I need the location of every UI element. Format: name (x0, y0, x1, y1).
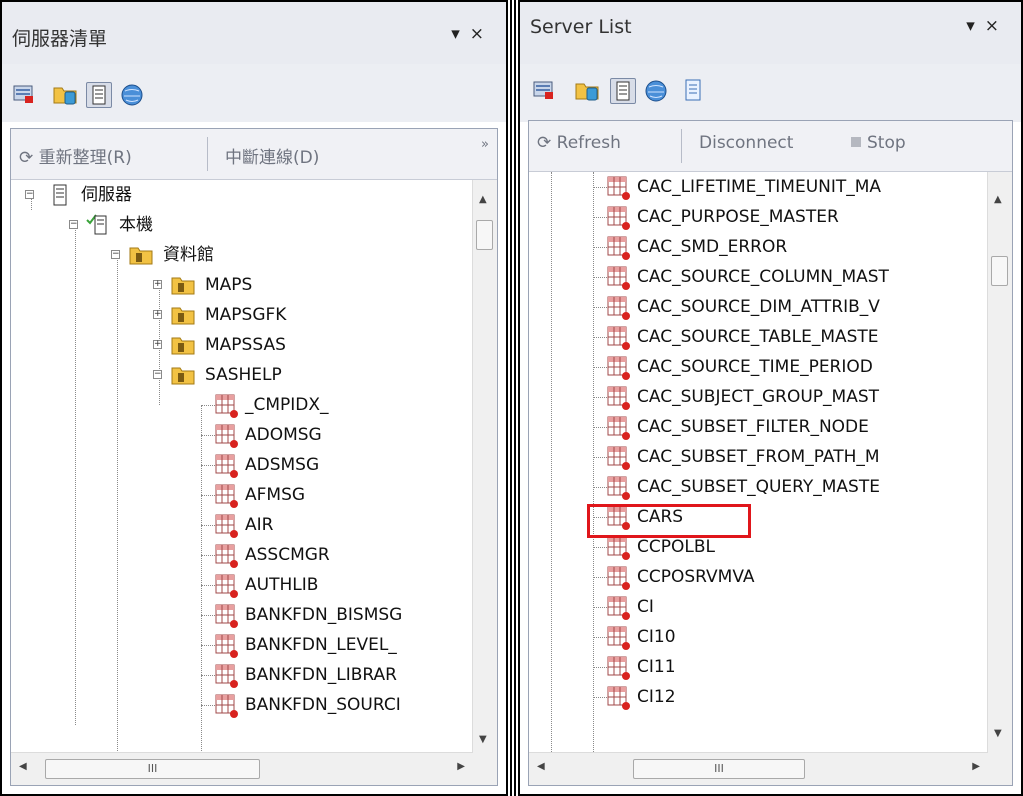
collapse-icon[interactable]: − (111, 250, 120, 259)
server-list-panel-english: Server List ▾× ⟳ Refresh Disconnect Stop (518, 0, 1023, 796)
action-bar: ⟳ 重新整理(R) 中斷連線(D) » (11, 129, 497, 180)
server-tree: CAC_LIFETIME_TIMEUNIT_MA CAC_PURPOSE_MAS… (529, 172, 988, 753)
scroll-right-icon[interactable]: ▶ (457, 761, 465, 772)
scroll-thumb[interactable]: III (45, 759, 260, 779)
table-icon (215, 454, 238, 478)
folder-icon (171, 307, 195, 325)
action-bar: ⟳ Refresh Disconnect Stop (529, 121, 1012, 172)
expand-icon[interactable]: + (153, 310, 162, 319)
server-icon[interactable] (532, 78, 558, 104)
globe-icon[interactable] (644, 78, 670, 104)
document-icon[interactable] (682, 78, 708, 104)
server-list-panel-chinese: 伺服器清單 ▾× ⟳ 重新整理(R) 中斷連線(D) » − 伺服器 − 本機 … (0, 0, 508, 796)
panel-toolbar (2, 64, 506, 122)
table-icon (607, 626, 630, 650)
scroll-thumb[interactable] (991, 256, 1008, 286)
server-icon (53, 184, 67, 206)
table-icon (607, 536, 630, 560)
list-view-icon[interactable] (86, 82, 112, 108)
panel-titlebar: 伺服器清單 ▾× (2, 2, 506, 64)
close-icon[interactable]: × (985, 16, 1009, 36)
local-server-icon (86, 214, 107, 235)
collapse-icon[interactable]: − (153, 370, 162, 379)
table-icon (607, 176, 630, 200)
disconnect-button[interactable]: 中斷連線(D) (225, 143, 319, 168)
list-view-icon[interactable] (610, 78, 636, 104)
folder-icon (171, 367, 195, 385)
library-icon[interactable] (574, 78, 600, 104)
panel-toolbar (520, 64, 1021, 122)
table-icon (607, 206, 630, 230)
scroll-right-icon[interactable]: ▶ (972, 761, 980, 772)
table-icon (215, 574, 238, 598)
table-icon (215, 634, 238, 658)
table-icon (607, 236, 630, 260)
table-icon (607, 686, 630, 710)
globe-icon[interactable] (120, 82, 146, 108)
tree-frame: ⟳ Refresh Disconnect Stop CAC_LIFETIME_T… (528, 120, 1013, 786)
table-icon (607, 296, 630, 320)
vertical-scrollbar[interactable]: ▲ ▼ (987, 172, 1012, 753)
collapse-icon[interactable]: − (69, 220, 78, 229)
horizontal-scrollbar[interactable]: ◀ III ▶ (11, 752, 473, 785)
server-icon[interactable] (12, 82, 38, 108)
scroll-up-icon[interactable]: ▲ (994, 194, 1002, 205)
pin-dropdown-icon[interactable]: ▾ (451, 24, 470, 44)
scroll-up-icon[interactable]: ▲ (479, 194, 487, 205)
table-icon (607, 566, 630, 590)
panel-title: Server List (530, 16, 632, 38)
table-icon (607, 416, 630, 440)
table-icon (607, 266, 630, 290)
panel-titlebar: Server List ▾× (520, 2, 1021, 64)
table-icon (215, 424, 238, 448)
pin-dropdown-icon[interactable]: ▾ (966, 16, 985, 36)
library-icon[interactable] (52, 82, 78, 108)
stop-button[interactable]: Stop (851, 133, 906, 153)
disconnect-button[interactable]: Disconnect (699, 133, 793, 153)
server-tree: − 伺服器 − 本機 − 資料館 + MAPS + MAPSGFK + MAPS… (11, 180, 473, 753)
refresh-icon: ⟳ (537, 133, 552, 153)
folder-icon (171, 337, 195, 355)
table-icon (607, 446, 630, 470)
scroll-thumb[interactable] (476, 220, 493, 250)
panel-divider (508, 0, 518, 796)
close-icon[interactable]: × (470, 24, 494, 44)
scroll-down-icon[interactable]: ▼ (994, 728, 1002, 739)
table-icon (215, 484, 238, 508)
refresh-icon: ⟳ (19, 148, 34, 168)
panel-title: 伺服器清單 (12, 28, 108, 50)
table-icon (215, 604, 238, 628)
refresh-button[interactable]: ⟳ Refresh (537, 133, 621, 153)
scroll-thumb[interactable]: III (633, 759, 805, 779)
table-icon (215, 664, 238, 688)
refresh-button[interactable]: ⟳ 重新整理(R) (19, 143, 132, 168)
overflow-chevron-icon[interactable]: » (481, 137, 489, 152)
folder-icon (129, 247, 153, 265)
table-icon (607, 656, 630, 680)
highlight-box-cars (587, 504, 751, 538)
scroll-down-icon[interactable]: ▼ (479, 734, 487, 745)
vertical-scrollbar[interactable]: ▲ ▼ (472, 180, 497, 753)
table-icon (607, 476, 630, 500)
table-icon (607, 326, 630, 350)
expand-icon[interactable]: + (153, 280, 162, 289)
table-icon (215, 544, 238, 568)
scroll-left-icon[interactable]: ◀ (537, 761, 545, 772)
table-icon (215, 394, 238, 418)
table-icon (215, 514, 238, 538)
collapse-icon[interactable]: − (25, 190, 34, 199)
table-icon (607, 386, 630, 410)
expand-icon[interactable]: + (153, 340, 162, 349)
table-icon (607, 356, 630, 380)
stop-icon (851, 137, 861, 147)
horizontal-scrollbar[interactable]: ◀ III ▶ (529, 752, 988, 785)
table-icon (607, 596, 630, 620)
folder-icon (171, 277, 195, 295)
table-icon (215, 694, 238, 718)
tree-frame: ⟳ 重新整理(R) 中斷連線(D) » − 伺服器 − 本機 − 資料館 + M… (10, 128, 498, 786)
scroll-left-icon[interactable]: ◀ (19, 761, 27, 772)
